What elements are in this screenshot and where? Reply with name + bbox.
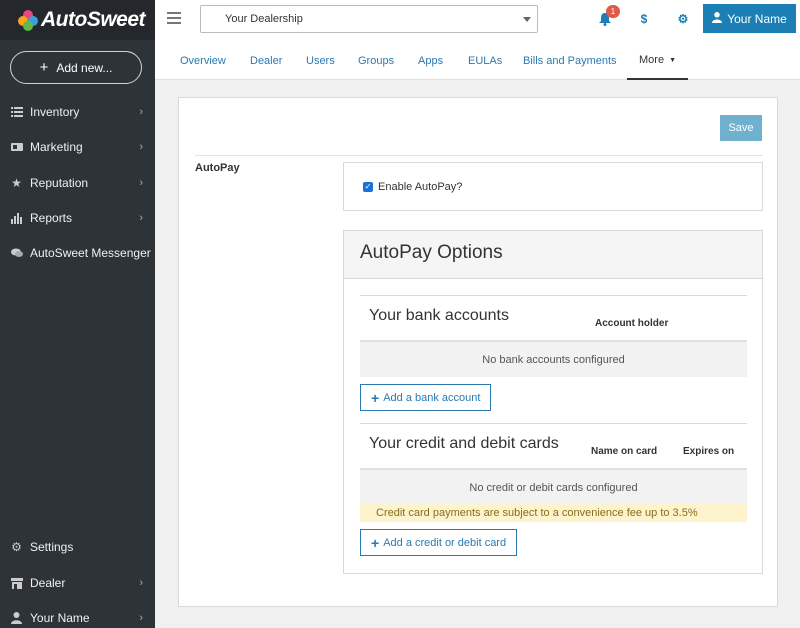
tab-groups[interactable]: Groups (358, 42, 394, 80)
tab-eulas[interactable]: EULAs (468, 42, 502, 80)
add-card-button[interactable]: + Add a credit or debit card (360, 529, 518, 556)
notification-badge: 1 (606, 5, 620, 18)
megaphone-icon (10, 141, 23, 154)
tab-bills-and-payments[interactable]: Bills and Payments (523, 42, 617, 80)
autopay-options-title: AutoPay Options (344, 231, 762, 279)
sidebar-item-label: Settings (30, 540, 74, 554)
tab-users[interactable]: Users (306, 42, 335, 80)
add-new-button[interactable]: + Add new... (10, 51, 142, 84)
sidebar-item-dealer[interactable]: Dealer › (0, 566, 155, 600)
column-header-account-holder: Account holder (595, 318, 669, 329)
user-menu-button[interactable]: Your Name (703, 4, 796, 33)
add-card-label: Add a credit or debit card (383, 536, 507, 549)
tab-apps[interactable]: Apps (418, 42, 443, 80)
settings-gear-icon[interactable]: ⚙ (675, 11, 691, 27)
cards-title: Your credit and debit cards (369, 435, 559, 452)
column-header-expires-on: Expires on (683, 446, 735, 457)
sidebar-item-settings[interactable]: ⚙ Settings (0, 530, 155, 564)
caret-down-icon: ▼ (669, 56, 676, 64)
store-icon (10, 577, 23, 590)
tab-bar: Overview Dealer Users Groups Apps EULAs … (155, 42, 800, 80)
save-button[interactable]: Save (720, 115, 762, 141)
sidebar-item-label: Dealer (30, 576, 66, 590)
logo-icon (18, 10, 38, 31)
tab-dealer[interactable]: Dealer (250, 42, 282, 80)
sidebar-item-label: Reports (30, 211, 73, 225)
chevron-right-icon: › (139, 612, 143, 624)
bank-accounts-empty: No bank accounts configured (360, 340, 747, 377)
sidebar-item-inventory[interactable]: Inventory › (0, 95, 155, 129)
sidebar-item-marketing[interactable]: Marketing › (0, 130, 155, 164)
chevron-right-icon: › (139, 212, 143, 224)
sidebar-item-your-name[interactable]: Your Name › (0, 601, 155, 628)
add-bank-account-button[interactable]: + Add a bank account (360, 384, 492, 411)
sidebar-item-label: Reputation (30, 176, 89, 190)
sidebar-item-label: AutoSweet Messenger (30, 246, 151, 260)
top-bar: Your Dealership $ ⚙ Your Name (155, 0, 800, 42)
user-icon (10, 612, 23, 625)
add-new-label: Add new... (56, 60, 113, 75)
divider (195, 155, 763, 156)
hamburger-menu-icon[interactable] (167, 12, 181, 24)
column-header-name-on-card: Name on card (591, 446, 658, 457)
list-icon (10, 106, 23, 119)
sidebar: AutoSweet + Add new... Inventory › Marke… (0, 0, 155, 628)
billing-symbol: $ (640, 12, 648, 26)
enable-autopay-box: ✓ Enable AutoPay? (343, 162, 763, 211)
autopay-label: AutoPay (195, 162, 240, 174)
divider (360, 295, 747, 296)
convenience-fee-notice: Credit card payments are subject to a co… (360, 504, 747, 522)
plus-icon: + (371, 389, 380, 406)
tab-overview[interactable]: Overview (180, 42, 226, 80)
enable-autopay-checkbox[interactable]: ✓ (363, 182, 373, 192)
sidebar-item-label: Your Name (30, 611, 90, 625)
user-icon (712, 11, 723, 26)
star-icon: ★ (11, 176, 22, 190)
autopay-panel: Save AutoPay ✓ Enable AutoPay? AutoPay O… (178, 97, 778, 607)
brand-logo[interactable]: AutoSweet (0, 0, 155, 40)
dealer-select-value: Your Dealership (225, 13, 303, 25)
brand-name: AutoSweet (41, 8, 146, 31)
bar-chart-icon (10, 212, 23, 225)
user-button-label: Your Name (727, 11, 787, 26)
chevron-right-icon: › (139, 577, 143, 589)
cards-empty: No credit or debit cards configured (360, 468, 747, 504)
enable-autopay-label[interactable]: Enable AutoPay? (378, 181, 462, 193)
plus-icon: + (39, 59, 49, 76)
chat-icon (10, 247, 23, 260)
sidebar-item-label: Marketing (30, 140, 83, 154)
tab-more[interactable]: More ▼ (627, 42, 688, 80)
add-bank-account-label: Add a bank account (383, 391, 481, 404)
sidebar-item-reputation[interactable]: ★ Reputation › (0, 166, 155, 200)
sidebar-item-messenger[interactable]: AutoSweet Messenger (0, 236, 155, 270)
tab-more-label: More (639, 54, 665, 66)
sidebar-item-reports[interactable]: Reports › (0, 201, 155, 235)
chevron-right-icon: › (139, 177, 143, 189)
sidebar-item-label: Inventory (30, 105, 80, 119)
chevron-right-icon: › (139, 141, 143, 153)
divider (360, 423, 747, 424)
chevron-right-icon: › (139, 106, 143, 118)
bank-accounts-title: Your bank accounts (369, 307, 509, 324)
autopay-options-card: AutoPay Options Your bank accounts Accou… (343, 230, 763, 574)
caret-down-icon (523, 17, 531, 22)
gear-icon: ⚙ (11, 540, 22, 554)
dollar-icon[interactable]: $ (636, 11, 652, 27)
plus-icon: + (371, 534, 380, 551)
dealer-select[interactable]: Your Dealership (200, 5, 538, 33)
